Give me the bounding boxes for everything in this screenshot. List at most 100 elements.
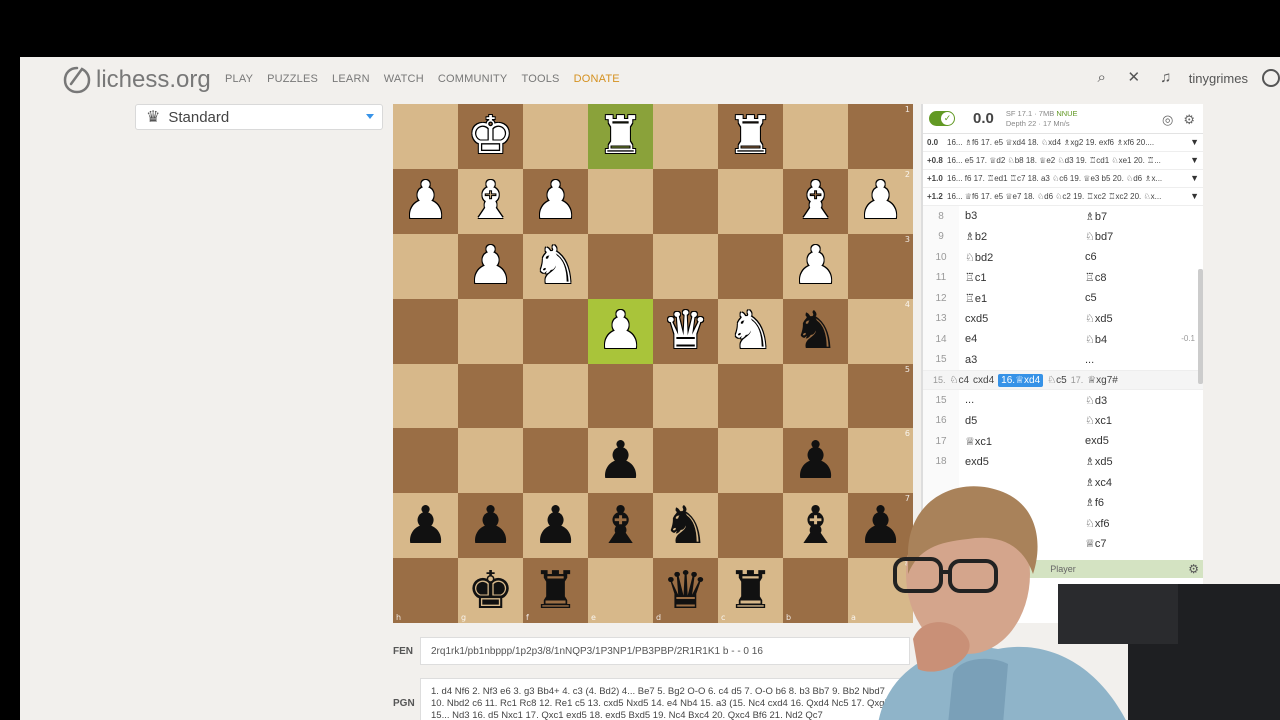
square-e8[interactable]: ♛ d: [653, 558, 718, 624]
square-b5[interactable]: [458, 363, 523, 429]
white-pawn-icon[interactable]: ♟: [857, 175, 904, 227]
black-move[interactable]: ♘d3: [1079, 394, 1189, 407]
square-f1[interactable]: ♜: [718, 104, 783, 169]
chess-board[interactable]: ♚ ♜ ♜ 1 ♟ ♝ ♟ ♝ ♟ 2 ♟ ♞ ♟ 3 ♟ ♛ ♞ ♞ 4 5 ♟ ♟ 6 ♟ ♟ ♟ ♝ ♞ ♝ ♟ 7 h ♚ g ♜ f e ♛ d ♜…: [393, 104, 913, 624]
caret-down-icon[interactable]: ▼: [1190, 191, 1199, 201]
square-g2[interactable]: ♝: [783, 168, 848, 234]
black-rook-icon[interactable]: ♜: [532, 565, 579, 617]
black-pawn-icon[interactable]: ♟: [597, 435, 644, 487]
white-bishop-icon[interactable]: ♝: [467, 175, 514, 227]
variation-move[interactable]: ♕xg7#: [1087, 375, 1118, 386]
variant-select[interactable]: ♛ Standard: [135, 104, 383, 130]
white-pawn-icon[interactable]: ♟: [597, 305, 644, 357]
square-b3[interactable]: ♟: [458, 233, 523, 299]
white-move[interactable]: ♗b2: [959, 230, 1079, 243]
black-move[interactable]: ♘xc1: [1079, 414, 1189, 427]
square-f8[interactable]: ♜ c: [718, 558, 783, 624]
square-h3[interactable]: 3: [848, 233, 913, 299]
square-f4[interactable]: ♞: [718, 298, 783, 364]
white-queen-icon[interactable]: ♛: [662, 305, 709, 357]
black-move[interactable]: ♘xd5: [1079, 312, 1189, 325]
white-bishop-icon[interactable]: ♝: [792, 175, 839, 227]
white-rook-icon[interactable]: ♜: [597, 110, 644, 162]
variation-move[interactable]: cxd4: [973, 375, 994, 386]
square-e6[interactable]: [653, 428, 718, 494]
white-move[interactable]: cxd5: [959, 313, 1079, 325]
user-avatar-icon[interactable]: [1262, 69, 1280, 87]
square-d7[interactable]: ♝: [588, 493, 653, 559]
square-e5[interactable]: [653, 363, 718, 429]
challenge-swords-icon[interactable]: ✕: [1125, 69, 1143, 87]
square-g5[interactable]: [783, 363, 848, 429]
pv-line[interactable]: +1.2 16... ♕f6 17. e5 ♕e7 18. ♘d6 ♘c2 19.…: [923, 188, 1203, 206]
white-pawn-icon[interactable]: ♟: [792, 240, 839, 292]
black-move[interactable]: exd5: [1079, 435, 1189, 447]
nav-community[interactable]: COMMUNITY: [438, 73, 508, 85]
square-h2[interactable]: ♟ 2: [848, 168, 913, 234]
black-knight-icon[interactable]: ♞: [792, 305, 839, 357]
square-c6[interactable]: [523, 428, 588, 494]
square-h5[interactable]: 5: [848, 363, 913, 429]
black-pawn-icon[interactable]: ♟: [467, 500, 514, 552]
caret-down-icon[interactable]: ▼: [1190, 173, 1199, 183]
black-move[interactable]: ♘bd7: [1079, 230, 1189, 243]
square-c3[interactable]: ♞: [523, 233, 588, 299]
black-rook-icon[interactable]: ♜: [727, 565, 774, 617]
square-g1[interactable]: [783, 104, 848, 169]
black-knight-icon[interactable]: ♞: [662, 500, 709, 552]
black-move[interactable]: ♘b4: [1079, 333, 1189, 346]
nav-tools[interactable]: TOOLS: [521, 73, 559, 85]
black-pawn-icon[interactable]: ♟: [532, 500, 579, 552]
square-a5[interactable]: [393, 363, 458, 429]
square-g3[interactable]: ♟: [783, 233, 848, 299]
white-move[interactable]: ♖c1: [959, 271, 1079, 284]
white-move[interactable]: d5: [959, 415, 1079, 427]
square-b4[interactable]: [458, 298, 523, 364]
white-move[interactable]: a3: [959, 354, 1079, 366]
square-c2[interactable]: ♟: [523, 168, 588, 234]
variation-move[interactable]: ♘c5: [1047, 375, 1067, 386]
black-move[interactable]: ...: [1079, 354, 1189, 366]
white-pawn-icon[interactable]: ♟: [532, 175, 579, 227]
square-h4[interactable]: 4: [848, 298, 913, 364]
site-logo[interactable]: lichess.org: [62, 65, 211, 95]
black-move[interactable]: c5: [1079, 292, 1189, 304]
square-a3[interactable]: [393, 233, 458, 299]
pv-line[interactable]: +1.0 16... f6 17. ♖ed1 ♖c7 18. a3 ♘c6 19.…: [923, 170, 1203, 188]
square-c7[interactable]: ♟: [523, 493, 588, 559]
white-move[interactable]: ♕xc1: [959, 435, 1079, 448]
target-icon[interactable]: ◎: [1162, 112, 1173, 128]
square-a1[interactable]: [393, 104, 458, 169]
square-c4[interactable]: [523, 298, 588, 364]
square-a4[interactable]: [393, 298, 458, 364]
engine-toggle[interactable]: [929, 111, 955, 126]
nav-play[interactable]: PLAY: [225, 73, 253, 85]
black-pawn-icon[interactable]: ♟: [792, 435, 839, 487]
square-d5[interactable]: [588, 363, 653, 429]
white-knight-icon[interactable]: ♞: [532, 240, 579, 292]
gear-icon[interactable]: ⚙: [1183, 112, 1195, 128]
variation-move[interactable]: ♘c4: [950, 375, 970, 386]
square-b8[interactable]: ♚ g: [458, 558, 523, 624]
square-f3[interactable]: [718, 233, 783, 299]
square-a2[interactable]: ♟: [393, 168, 458, 234]
square-h1[interactable]: 1: [848, 104, 913, 169]
white-move[interactable]: ♖e1: [959, 292, 1079, 305]
square-d6[interactable]: ♟: [588, 428, 653, 494]
square-f5[interactable]: [718, 363, 783, 429]
square-d3[interactable]: [588, 233, 653, 299]
black-bishop-icon[interactable]: ♝: [792, 500, 839, 552]
square-e3[interactable]: [653, 233, 718, 299]
search-icon[interactable]: ⌕: [1093, 69, 1111, 87]
square-c1[interactable]: [523, 104, 588, 169]
square-f6[interactable]: [718, 428, 783, 494]
pgn-textarea[interactable]: 1. d4 Nf6 2. Nf3 e6 3. g3 Bb4+ 4. c3 (4.…: [420, 678, 910, 720]
white-knight-icon[interactable]: ♞: [727, 305, 774, 357]
white-move[interactable]: ♘bd2: [959, 251, 1079, 264]
black-move[interactable]: ♗b7: [1079, 210, 1189, 223]
square-e1[interactable]: [653, 104, 718, 169]
black-queen-icon[interactable]: ♛: [662, 565, 709, 617]
black-move[interactable]: c6: [1079, 251, 1189, 263]
black-king-icon[interactable]: ♚: [467, 565, 514, 617]
square-b2[interactable]: ♝: [458, 168, 523, 234]
